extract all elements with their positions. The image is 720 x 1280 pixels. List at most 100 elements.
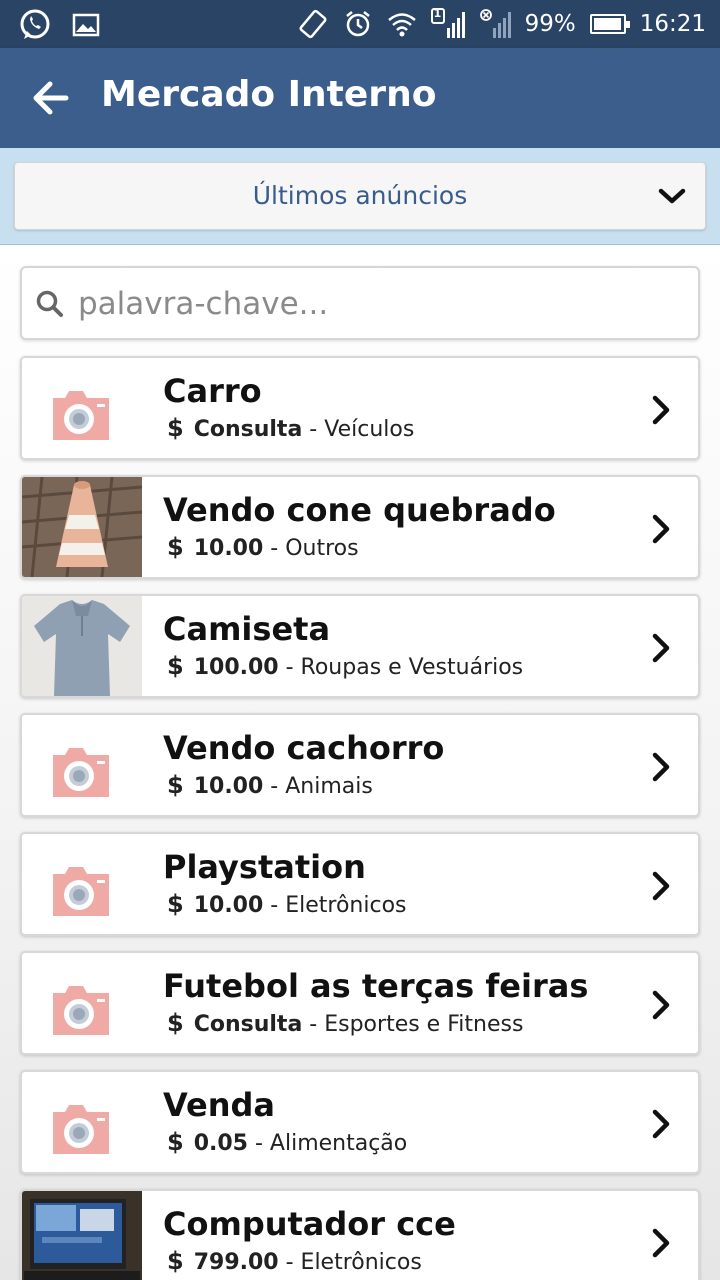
chevron-right-icon (652, 871, 670, 901)
chevron-right-icon (652, 514, 670, 544)
chevron-right-icon (652, 1109, 670, 1139)
alarm-icon (343, 9, 373, 39)
listing-price: 799.00 (193, 1250, 279, 1275)
listing-title: Futebol as terças feiras (163, 967, 589, 1005)
listing-title: Carro (163, 372, 262, 410)
separator: - (302, 1012, 325, 1037)
listing-price: 10.00 (193, 893, 264, 918)
listing-subtitle: $ Consulta - Veículos (167, 414, 414, 442)
listing-item[interactable]: Playstation $10.00 - Eletrônicos (20, 832, 700, 936)
listing-category: Roupas e Vestuários (300, 655, 524, 680)
clock: 16:21 (639, 11, 706, 37)
listing-filter-select[interactable]: Últimos anúncios (14, 162, 706, 230)
no-signal-icon (479, 8, 511, 40)
currency-symbol: $ (167, 1009, 184, 1037)
listing-category: Eletrônicos (285, 893, 407, 918)
listing-price: 10.00 (193, 536, 264, 561)
separator: - (302, 417, 325, 442)
chevron-right-icon (652, 990, 670, 1020)
wifi-icon (387, 11, 417, 37)
currency-symbol: $ (167, 652, 184, 680)
listing-category: Esportes e Fitness (324, 1012, 524, 1037)
separator: - (247, 1131, 270, 1156)
listing-subtitle: $799.00 - Eletrônicos (167, 1247, 422, 1275)
listing-item[interactable]: Camiseta $100.00 - Roupas e Vestuários (20, 594, 700, 698)
listing-subtitle: $10.00 - Animais (167, 771, 373, 799)
separator: - (263, 536, 286, 561)
chevron-right-icon (652, 633, 670, 663)
listing-title: Vendo cone quebrado (163, 491, 556, 529)
gallery-icon (72, 13, 100, 37)
battery-fill (593, 18, 622, 30)
whatsapp-icon (18, 8, 52, 42)
listing-item[interactable]: Venda $0.05 - Alimentação (20, 1070, 700, 1174)
listing-price: Consulta (193, 1012, 303, 1037)
listing-title: Vendo cachorro (163, 729, 445, 767)
chevron-right-icon (652, 395, 670, 425)
shirt-photo (22, 596, 142, 696)
signal-icon: 1 (430, 7, 465, 40)
currency-symbol: $ (167, 771, 184, 799)
separator: - (263, 893, 286, 918)
listing-title: Camiseta (163, 610, 331, 648)
listing-category: Alimentação (269, 1131, 408, 1156)
listing-thumbnail (22, 1191, 142, 1280)
search-icon (36, 290, 63, 317)
listing-thumbnail (22, 715, 142, 815)
listing-title: Playstation (163, 848, 366, 886)
chevron-right-icon (652, 1228, 670, 1258)
listing-thumbnail (22, 953, 142, 1053)
separator: - (263, 774, 286, 799)
search-box (20, 266, 700, 340)
listing-subtitle: $100.00 - Roupas e Vestuários (167, 652, 523, 680)
chevron-down-icon (658, 188, 686, 204)
filter-area: Últimos anúncios (0, 148, 720, 245)
listing-title: Computador cce (163, 1205, 456, 1243)
laptop-photo (22, 1191, 142, 1280)
separator: - (278, 655, 301, 680)
search-input[interactable] (78, 280, 688, 328)
listing-item[interactable]: Computador cce $799.00 - Eletrônicos (20, 1189, 700, 1280)
filter-selected-value: Últimos anúncios (252, 181, 468, 210)
currency-symbol: $ (167, 1247, 184, 1275)
listing-subtitle: $10.00 - Outros (167, 533, 359, 561)
content-area: Carro $ Consulta - Veículos Vendo cone qu… (0, 245, 720, 1280)
screen-rotate-icon (297, 8, 329, 40)
listing-category: Veículos (324, 417, 415, 442)
battery-percent: 99% (524, 11, 576, 37)
listing-price: 10.00 (193, 774, 264, 799)
listing-item[interactable]: Vendo cachorro $10.00 - Animais (20, 713, 700, 817)
listing-price: 100.00 (193, 655, 279, 680)
listing-price: 0.05 (193, 1131, 248, 1156)
listing-subtitle: $10.00 - Eletrônicos (167, 890, 407, 918)
listing-category: Eletrônicos (300, 1250, 422, 1275)
listing-subtitle: $0.05 - Alimentação (167, 1128, 407, 1156)
listing-list: Carro $ Consulta - Veículos Vendo cone qu… (20, 356, 700, 1280)
camera-placeholder-icon (53, 986, 109, 1035)
battery-icon (589, 14, 630, 34)
page-title: Mercado Interno (101, 74, 437, 115)
listing-subtitle: $ Consulta - Esportes e Fitness (167, 1009, 523, 1037)
listing-thumbnail (22, 596, 142, 696)
listing-price: Consulta (193, 417, 303, 442)
camera-placeholder-icon (53, 391, 109, 440)
camera-placeholder-icon (53, 1105, 109, 1154)
currency-symbol: $ (167, 890, 184, 918)
listing-item[interactable]: Futebol as terças feiras $ Consulta - Esp… (20, 951, 700, 1055)
camera-placeholder-icon (53, 867, 109, 916)
listing-thumbnail (22, 477, 143, 577)
listing-thumbnail (22, 834, 142, 934)
listing-item[interactable]: Vendo cone quebrado $10.00 - Outros (20, 475, 700, 579)
currency-symbol: $ (167, 1128, 184, 1156)
currency-symbol: $ (167, 533, 184, 561)
listing-category: Animais (285, 774, 373, 799)
cone-photo (22, 477, 143, 577)
app-bar: Mercado Interno (0, 48, 720, 148)
back-button[interactable] (26, 76, 76, 120)
sim-badge: 1 (433, 7, 442, 20)
camera-placeholder-icon (53, 748, 109, 797)
listing-thumbnail (22, 358, 142, 458)
listing-item[interactable]: Carro $ Consulta - Veículos (20, 356, 700, 460)
listing-category: Outros (285, 536, 359, 561)
listing-thumbnail (22, 1072, 142, 1172)
